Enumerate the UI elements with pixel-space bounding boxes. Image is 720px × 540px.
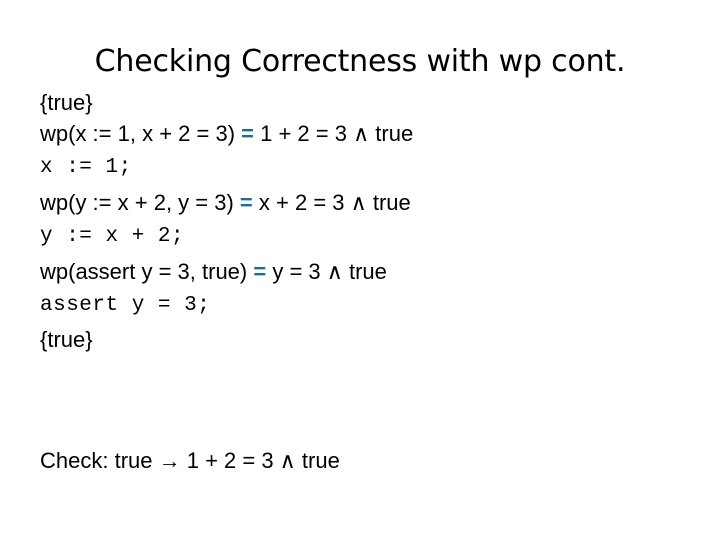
line-wp-assert: wp(assert y = 3, true) = y = 3 ∧ true — [40, 256, 690, 287]
statement-assert: assert y = 3; — [40, 294, 211, 317]
slide-canvas: Checking Correctness with wp cont. {true… — [0, 0, 720, 540]
page-title: Checking Correctness with wp cont. — [94, 44, 626, 79]
wp-y-assign-expression: wp(y := x + 2, y = 3) — [40, 190, 240, 215]
wp-x-assign-expression: wp(x := 1, x + 2 = 3) — [40, 121, 242, 146]
line-post-assertion: {true} — [40, 327, 93, 352]
wp-assert-equals-sign: = — [253, 259, 267, 284]
statement-x-assign: x := 1; — [40, 156, 132, 179]
wp-assert-expression: wp(assert y = 3, true) — [40, 259, 254, 284]
wp-y-assign-equals-sign: = — [239, 190, 253, 215]
statement-y-assign: y := x + 2; — [40, 225, 185, 248]
wp-y-assign-result: x + 2 = 3 ∧ true — [252, 190, 411, 215]
check-statement: Check: true → 1 + 2 = 3 ∧ true — [40, 448, 340, 473]
slide-body: {true} wp(x := 1, x + 2 = 3) = 1 + 2 = 3… — [40, 88, 690, 355]
line-wp-y-assign: wp(y := x + 2, y = 3) = x + 2 = 3 ∧ true — [40, 187, 690, 218]
wp-assert-result: y = 3 ∧ true — [266, 259, 387, 284]
wp-x-assign-equals-sign: = — [241, 121, 255, 146]
line-wp-x-assign: wp(x := 1, x + 2 = 3) = 1 + 2 = 3 ∧ true — [40, 118, 690, 149]
line-pre-assertion: {true} — [40, 90, 93, 115]
wp-x-assign-result: 1 + 2 = 3 ∧ true — [254, 121, 414, 146]
